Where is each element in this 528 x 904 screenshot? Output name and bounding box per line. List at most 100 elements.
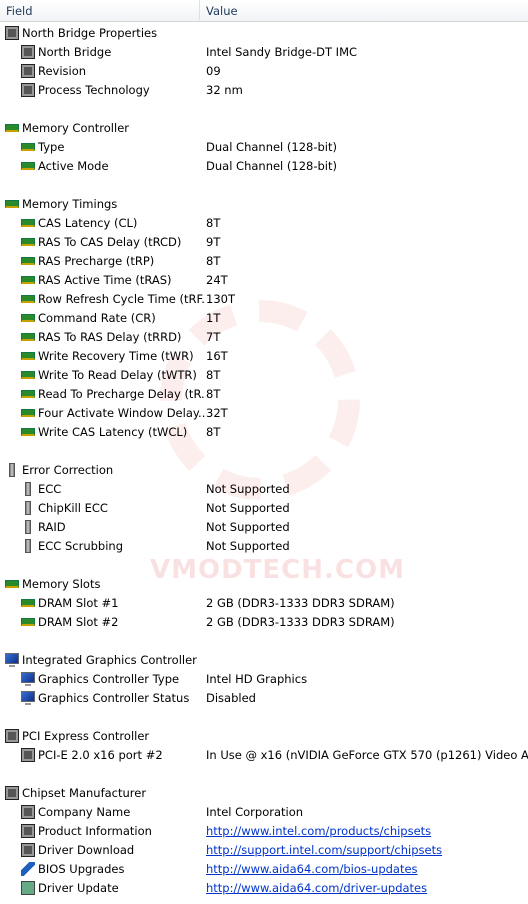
field-label: Graphics Controller Status [38,690,190,705]
value-cell: http://www.aida64.com/driver-updates [206,881,528,895]
value-cell: 8T [206,215,221,230]
field-cell: ECC [0,481,206,496]
value-cell: 2 GB (DDR3-1333 DDR3 SDRAM) [206,595,395,610]
group-header[interactable]: Memory Slots [0,574,528,593]
field-cell: North Bridge Properties [0,25,206,40]
group-header[interactable]: PCI Express Controller [0,726,528,745]
field-cell: Memory Slots [0,577,206,591]
property-row[interactable]: Revision 09 [0,61,528,80]
property-row[interactable]: North Bridge Intel Sandy Bridge-DT IMC [0,42,528,61]
field-cell: Graphics Controller Type [0,672,206,686]
memory-icon [21,351,35,360]
field-label: Write To Read Delay (tWTR) [38,367,197,382]
property-row[interactable]: Write To Read Delay (tWTR) 8T [0,365,528,384]
property-row[interactable]: Type Dual Channel (128-bit) [0,137,528,156]
property-row[interactable]: Graphics Controller Type Intel HD Graphic… [0,669,528,688]
monitor-icon [21,672,35,686]
field-cell: CAS Latency (CL) [0,216,206,230]
value-link[interactable]: http://www.intel.com/products/chipsets [206,824,431,838]
spacer-row [0,631,528,650]
column-header: Field Value [0,0,528,22]
value-cell: 09 [206,63,221,78]
property-row[interactable]: BIOS Upgrades http://www.aida64.com/bios-… [0,859,528,878]
memory-icon [5,199,19,208]
property-row[interactable]: DRAM Slot #2 2 GB (DDR3-1333 DDR3 SDRAM) [0,612,528,631]
value-cell: 2 GB (DDR3-1333 DDR3 SDRAM) [206,614,395,629]
property-row[interactable]: Write Recovery Time (tWR) 16T [0,346,528,365]
driver-update-icon [21,880,35,895]
field-label: RAS Precharge (tRP) [38,253,155,268]
field-label: Active Mode [38,158,109,173]
field-label: RAS Active Time (tRAS) [38,272,172,287]
group-header[interactable]: Chipset Manufacturer [0,783,528,802]
property-row[interactable]: Driver Download http://support.intel.com/… [0,840,528,859]
property-row[interactable]: RAS To CAS Delay (tRCD) 9T [0,232,528,251]
group-header[interactable]: Memory Timings [0,194,528,213]
chip-icon [5,785,19,800]
memory-icon [21,275,35,284]
property-row[interactable]: ChipKill ECC Not Supported [0,498,528,517]
property-row[interactable]: Graphics Controller Status Disabled [0,688,528,707]
field-cell: DRAM Slot #2 [0,615,206,629]
field-cell: Type [0,140,206,154]
field-label: North Bridge [38,44,112,59]
field-label: Integrated Graphics Controller [22,652,197,667]
property-row[interactable]: DRAM Slot #1 2 GB (DDR3-1333 DDR3 SDRAM) [0,593,528,612]
property-row[interactable]: Process Technology 32 nm [0,80,528,99]
field-label: Write Recovery Time (tWR) [38,348,194,363]
property-row[interactable]: ECC Not Supported [0,479,528,498]
bar-icon [25,500,31,515]
value-cell: 24T [206,272,228,287]
field-cell: Write Recovery Time (tWR) [0,349,206,363]
group-header[interactable]: Integrated Graphics Controller [0,650,528,669]
field-label: Driver Download [38,842,135,857]
memory-icon [21,313,35,322]
chip-icon [21,44,35,59]
monitor-icon [5,653,19,667]
field-column-header[interactable]: Field [0,0,200,22]
property-row[interactable]: Read To Precharge Delay (tR... 8T [0,384,528,403]
field-cell: Graphics Controller Status [0,691,206,705]
group-header[interactable]: Error Correction [0,460,528,479]
field-label: CAS Latency (CL) [38,215,138,230]
group-header[interactable]: North Bridge Properties [0,23,528,42]
field-label: Memory Timings [22,196,118,211]
value-link[interactable]: http://support.intel.com/support/chipset… [206,843,442,857]
value-link[interactable]: http://www.aida64.com/driver-updates [206,881,427,895]
property-row[interactable]: Four Activate Window Delay... 32T [0,403,528,422]
field-label: Row Refresh Cycle Time (tRF... [38,291,206,306]
field-label: North Bridge Properties [22,25,158,40]
property-row[interactable]: RAS Active Time (tRAS) 24T [0,270,528,289]
field-label: DRAM Slot #1 [38,595,119,610]
memory-icon [21,142,35,151]
property-row[interactable]: PCI-E 2.0 x16 port #2 In Use @ x16 (nVIDI… [0,745,528,764]
value-cell: Intel Corporation [206,804,304,819]
chip-link-icon [21,823,35,838]
property-row[interactable]: RAS Precharge (tRP) 8T [0,251,528,270]
field-label: ECC Scrubbing [38,538,124,553]
property-row[interactable]: CAS Latency (CL) 8T [0,213,528,232]
property-row[interactable]: Write CAS Latency (tWCL) 8T [0,422,528,441]
property-row[interactable]: Command Rate (CR) 1T [0,308,528,327]
spacer-row [0,441,528,460]
property-row[interactable]: Row Refresh Cycle Time (tRF... 130T [0,289,528,308]
value-cell: 9T [206,234,221,249]
memory-icon [21,161,35,170]
property-row[interactable]: ECC Scrubbing Not Supported [0,536,528,555]
value-cell: Not Supported [206,519,290,534]
property-row[interactable]: Company Name Intel Corporation [0,802,528,821]
property-row[interactable]: RAID Not Supported [0,517,528,536]
property-row[interactable]: RAS To RAS Delay (tRRD) 7T [0,327,528,346]
memory-icon [21,332,35,341]
field-label: Error Correction [22,462,114,477]
field-label: RAS To RAS Delay (tRRD) [38,329,182,344]
field-label: PCI Express Controller [22,728,150,743]
value-column-header[interactable]: Value [200,0,238,22]
value-link[interactable]: http://www.aida64.com/bios-updates [206,862,418,876]
property-row[interactable]: Active Mode Dual Channel (128-bit) [0,156,528,175]
property-row[interactable]: Driver Update http://www.aida64.com/drive… [0,878,528,897]
property-row[interactable]: Product Information http://www.intel.com/… [0,821,528,840]
field-cell: RAID [0,519,206,534]
spacer-row [0,175,528,194]
group-header[interactable]: Memory Controller [0,118,528,137]
